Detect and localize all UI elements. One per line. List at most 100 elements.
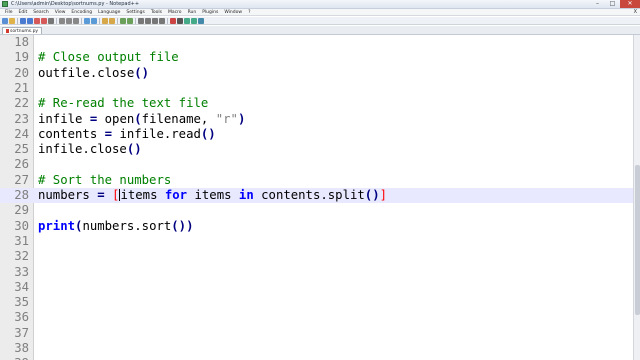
- code-text: contents = infile.read(): [38, 127, 216, 142]
- save-icon[interactable]: [20, 17, 26, 24]
- code-line[interactable]: 38: [0, 341, 633, 356]
- close-window-button[interactable]: ✕: [620, 0, 640, 8]
- toolbar-separator: [167, 17, 168, 24]
- code-line[interactable]: 30 print(numbers.sort()): [0, 219, 633, 234]
- zoom-out-icon[interactable]: [127, 17, 133, 24]
- close-all-icon[interactable]: [41, 17, 47, 24]
- code-text: # Close output file: [38, 50, 179, 65]
- record-macro-icon[interactable]: [170, 17, 176, 24]
- show-all-chars-icon[interactable]: [152, 17, 158, 24]
- code-line[interactable]: 20 outfile.close(): [0, 66, 633, 81]
- code-line[interactable]: 26: [0, 157, 633, 172]
- keyword-token: for: [164, 188, 188, 202]
- menu-item-language[interactable]: Language: [95, 9, 123, 16]
- cut-icon[interactable]: [59, 17, 65, 24]
- save-all-icon[interactable]: [27, 17, 33, 24]
- toolbar-separator: [99, 17, 100, 24]
- menu-item-window[interactable]: Window: [221, 9, 245, 16]
- stop-macro-icon[interactable]: [177, 17, 183, 24]
- code-line[interactable]: 21: [0, 81, 633, 96]
- operator-token: =: [104, 126, 113, 141]
- operator-token: ()): [171, 218, 194, 233]
- new-file-icon[interactable]: [2, 17, 8, 24]
- menu-item-view[interactable]: View: [52, 9, 69, 16]
- line-number: 38: [14, 341, 29, 355]
- menu-item-settings[interactable]: Settings: [123, 9, 147, 16]
- operator-token: (): [200, 126, 216, 141]
- code-line[interactable]: 22 # Re-read the text file: [0, 96, 633, 111]
- menu-item-run[interactable]: Run: [185, 9, 200, 16]
- line-number: 20: [14, 65, 29, 80]
- code-line[interactable]: 33: [0, 265, 633, 280]
- toolbar-separator: [17, 17, 18, 24]
- undo-icon[interactable]: [84, 17, 90, 24]
- open-file-icon[interactable]: [9, 17, 15, 24]
- tab-sortnums[interactable]: sortnums.py: [2, 27, 43, 34]
- maximize-button[interactable]: □: [605, 0, 620, 8]
- code-editor[interactable]: 18 19 # Close output file 20 outfile.close()…: [0, 35, 633, 360]
- line-number: 30: [14, 218, 29, 233]
- close-icon[interactable]: [34, 17, 40, 24]
- line-number: 22: [14, 96, 29, 111]
- toolbar-separator: [117, 17, 118, 24]
- word-wrap-icon[interactable]: [145, 17, 151, 24]
- zoom-in-icon[interactable]: [120, 17, 126, 24]
- code-line[interactable]: 37: [0, 326, 633, 341]
- code-line[interactable]: 31: [0, 234, 633, 249]
- code-line[interactable]: 32: [0, 249, 633, 264]
- vertical-scrollbar[interactable]: [633, 35, 640, 360]
- run-macro-icon[interactable]: [191, 17, 197, 24]
- menu-item-tools[interactable]: Tools: [148, 9, 165, 16]
- paste-icon[interactable]: [73, 17, 79, 24]
- code-line[interactable]: 18: [0, 35, 633, 50]
- menu-item-search[interactable]: Search: [30, 9, 51, 16]
- operator-token: (: [134, 111, 142, 126]
- copy-icon[interactable]: [66, 17, 72, 24]
- keyword-token: in: [238, 188, 254, 202]
- string-token: "r": [215, 111, 238, 126]
- code-line[interactable]: 34: [0, 280, 633, 295]
- close-document-button[interactable]: X: [634, 9, 637, 16]
- menu-item-plugins[interactable]: Plugins: [199, 9, 221, 16]
- line-number: 35: [14, 295, 29, 310]
- code-token: open: [97, 111, 135, 126]
- replace-icon[interactable]: [109, 17, 115, 24]
- sync-scroll-icon[interactable]: [138, 17, 144, 24]
- current-code-line[interactable]: 28 numbers = [items for items in contents…: [0, 188, 633, 204]
- tab-label: sortnums.py: [10, 28, 39, 34]
- menu-item-help[interactable]: ?: [245, 9, 253, 16]
- code-line[interactable]: 39: [0, 356, 633, 360]
- minimize-button[interactable]: –: [590, 0, 605, 8]
- line-number: 21: [14, 80, 29, 95]
- code-line[interactable]: 35: [0, 295, 633, 310]
- menu-item-file[interactable]: File: [2, 9, 16, 16]
- print-icon[interactable]: [48, 17, 54, 24]
- code-line[interactable]: 25 infile.close(): [0, 142, 633, 157]
- code-token: contents: [38, 126, 105, 141]
- find-icon[interactable]: [102, 17, 108, 24]
- brace-match-token: [: [112, 188, 120, 202]
- play-macro-icon[interactable]: [184, 17, 190, 24]
- code-line[interactable]: 29: [0, 203, 633, 218]
- code-line[interactable]: 19 # Close output file: [0, 50, 633, 65]
- operator-token: (): [126, 142, 142, 157]
- code-text: print(numbers.sort()): [38, 219, 194, 234]
- menu-item-edit[interactable]: Edit: [16, 9, 31, 16]
- code-line[interactable]: 27 # Sort the numbers: [0, 173, 633, 188]
- code-line[interactable]: 23 infile = open(filename, "r"): [0, 112, 633, 127]
- redo-icon[interactable]: [91, 17, 97, 24]
- code-text: infile.close(): [38, 142, 142, 157]
- menu-item-encoding[interactable]: Encoding: [68, 9, 95, 16]
- indent-guide-icon[interactable]: [159, 17, 165, 24]
- menu-item-macro[interactable]: Macro: [165, 9, 185, 16]
- code-text: numbers = [items for items in contents.s…: [38, 188, 387, 203]
- notepad-plus-plus-app-icon: [2, 1, 8, 7]
- operator-token: (): [364, 188, 380, 202]
- code-token: numbers: [38, 188, 98, 202]
- keyword-token: print: [38, 218, 76, 233]
- save-macro-icon[interactable]: [198, 17, 204, 24]
- code-line[interactable]: 24 contents = infile.read(): [0, 127, 633, 142]
- code-line[interactable]: 36: [0, 310, 633, 325]
- scrollbar-thumb[interactable]: [635, 165, 640, 315]
